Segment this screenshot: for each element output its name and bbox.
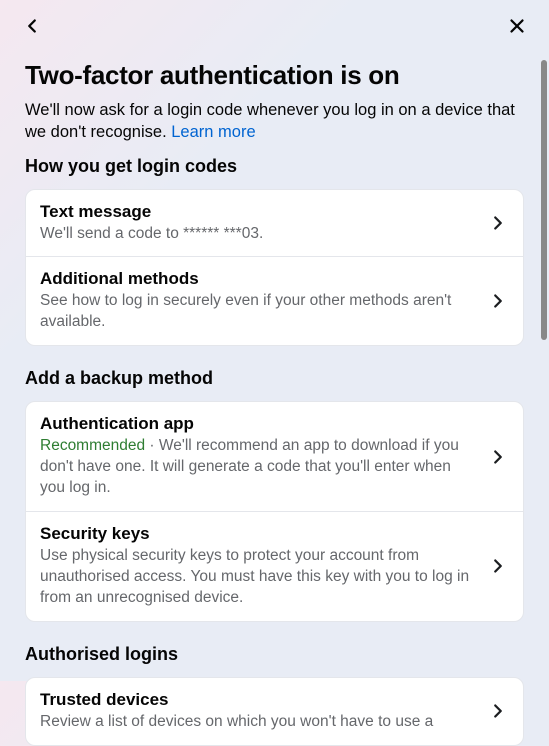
chevron-right-icon	[487, 555, 509, 577]
authentication-app-title: Authentication app	[40, 414, 477, 434]
recommended-badge: Recommended	[40, 437, 145, 454]
security-keys-title: Security keys	[40, 524, 477, 544]
chevron-right-icon	[487, 700, 509, 722]
content: Two-factor authentication is on We'll no…	[0, 60, 549, 746]
trusted-devices-item[interactable]: Trusted devices Review a list of devices…	[26, 678, 523, 745]
authorised-group: Trusted devices Review a list of devices…	[25, 677, 524, 746]
learn-more-link[interactable]: Learn more	[171, 123, 255, 141]
additional-methods-item[interactable]: Additional methods See how to log in sec…	[26, 257, 523, 345]
trusted-devices-sub: Review a list of devices on which you wo…	[40, 712, 477, 733]
close-icon	[506, 15, 528, 37]
page-description-text: We'll now ask for a login code whenever …	[25, 101, 515, 141]
chevron-right-icon	[487, 290, 509, 312]
authentication-app-sub: Recommended · We'll recommend an app to …	[40, 436, 477, 499]
additional-methods-title: Additional methods	[40, 269, 477, 289]
additional-methods-sub: See how to log in securely even if your …	[40, 291, 477, 333]
card-body: Text message We'll send a code to ******…	[40, 202, 477, 245]
security-keys-item[interactable]: Security keys Use physical security keys…	[26, 512, 523, 621]
close-button[interactable]	[503, 12, 531, 40]
card-body: Security keys Use physical security keys…	[40, 524, 477, 609]
security-keys-sub: Use physical security keys to protect yo…	[40, 546, 477, 609]
chevron-right-icon	[487, 446, 509, 468]
section-heading-authorised: Authorised logins	[25, 644, 524, 665]
scrollbar[interactable]	[541, 60, 547, 340]
text-message-item[interactable]: Text message We'll send a code to ******…	[26, 190, 523, 258]
chevron-right-icon	[487, 212, 509, 234]
text-message-sub: We'll send a code to ****** ***03.	[40, 224, 477, 245]
trusted-devices-title: Trusted devices	[40, 690, 477, 710]
chevron-left-icon	[21, 15, 43, 37]
login-codes-group: Text message We'll send a code to ******…	[25, 189, 524, 347]
section-heading-login-codes: How you get login codes	[25, 156, 524, 177]
page-description: We'll now ask for a login code whenever …	[25, 99, 524, 144]
section-heading-backup: Add a backup method	[25, 368, 524, 389]
card-body: Trusted devices Review a list of devices…	[40, 690, 477, 733]
card-body: Authentication app Recommended · We'll r…	[40, 414, 477, 499]
text-message-title: Text message	[40, 202, 477, 222]
back-button[interactable]	[18, 12, 46, 40]
backup-group: Authentication app Recommended · We'll r…	[25, 401, 524, 622]
page-title: Two-factor authentication is on	[25, 60, 524, 91]
card-body: Additional methods See how to log in sec…	[40, 269, 477, 333]
authentication-app-item[interactable]: Authentication app Recommended · We'll r…	[26, 402, 523, 512]
header	[0, 0, 549, 52]
